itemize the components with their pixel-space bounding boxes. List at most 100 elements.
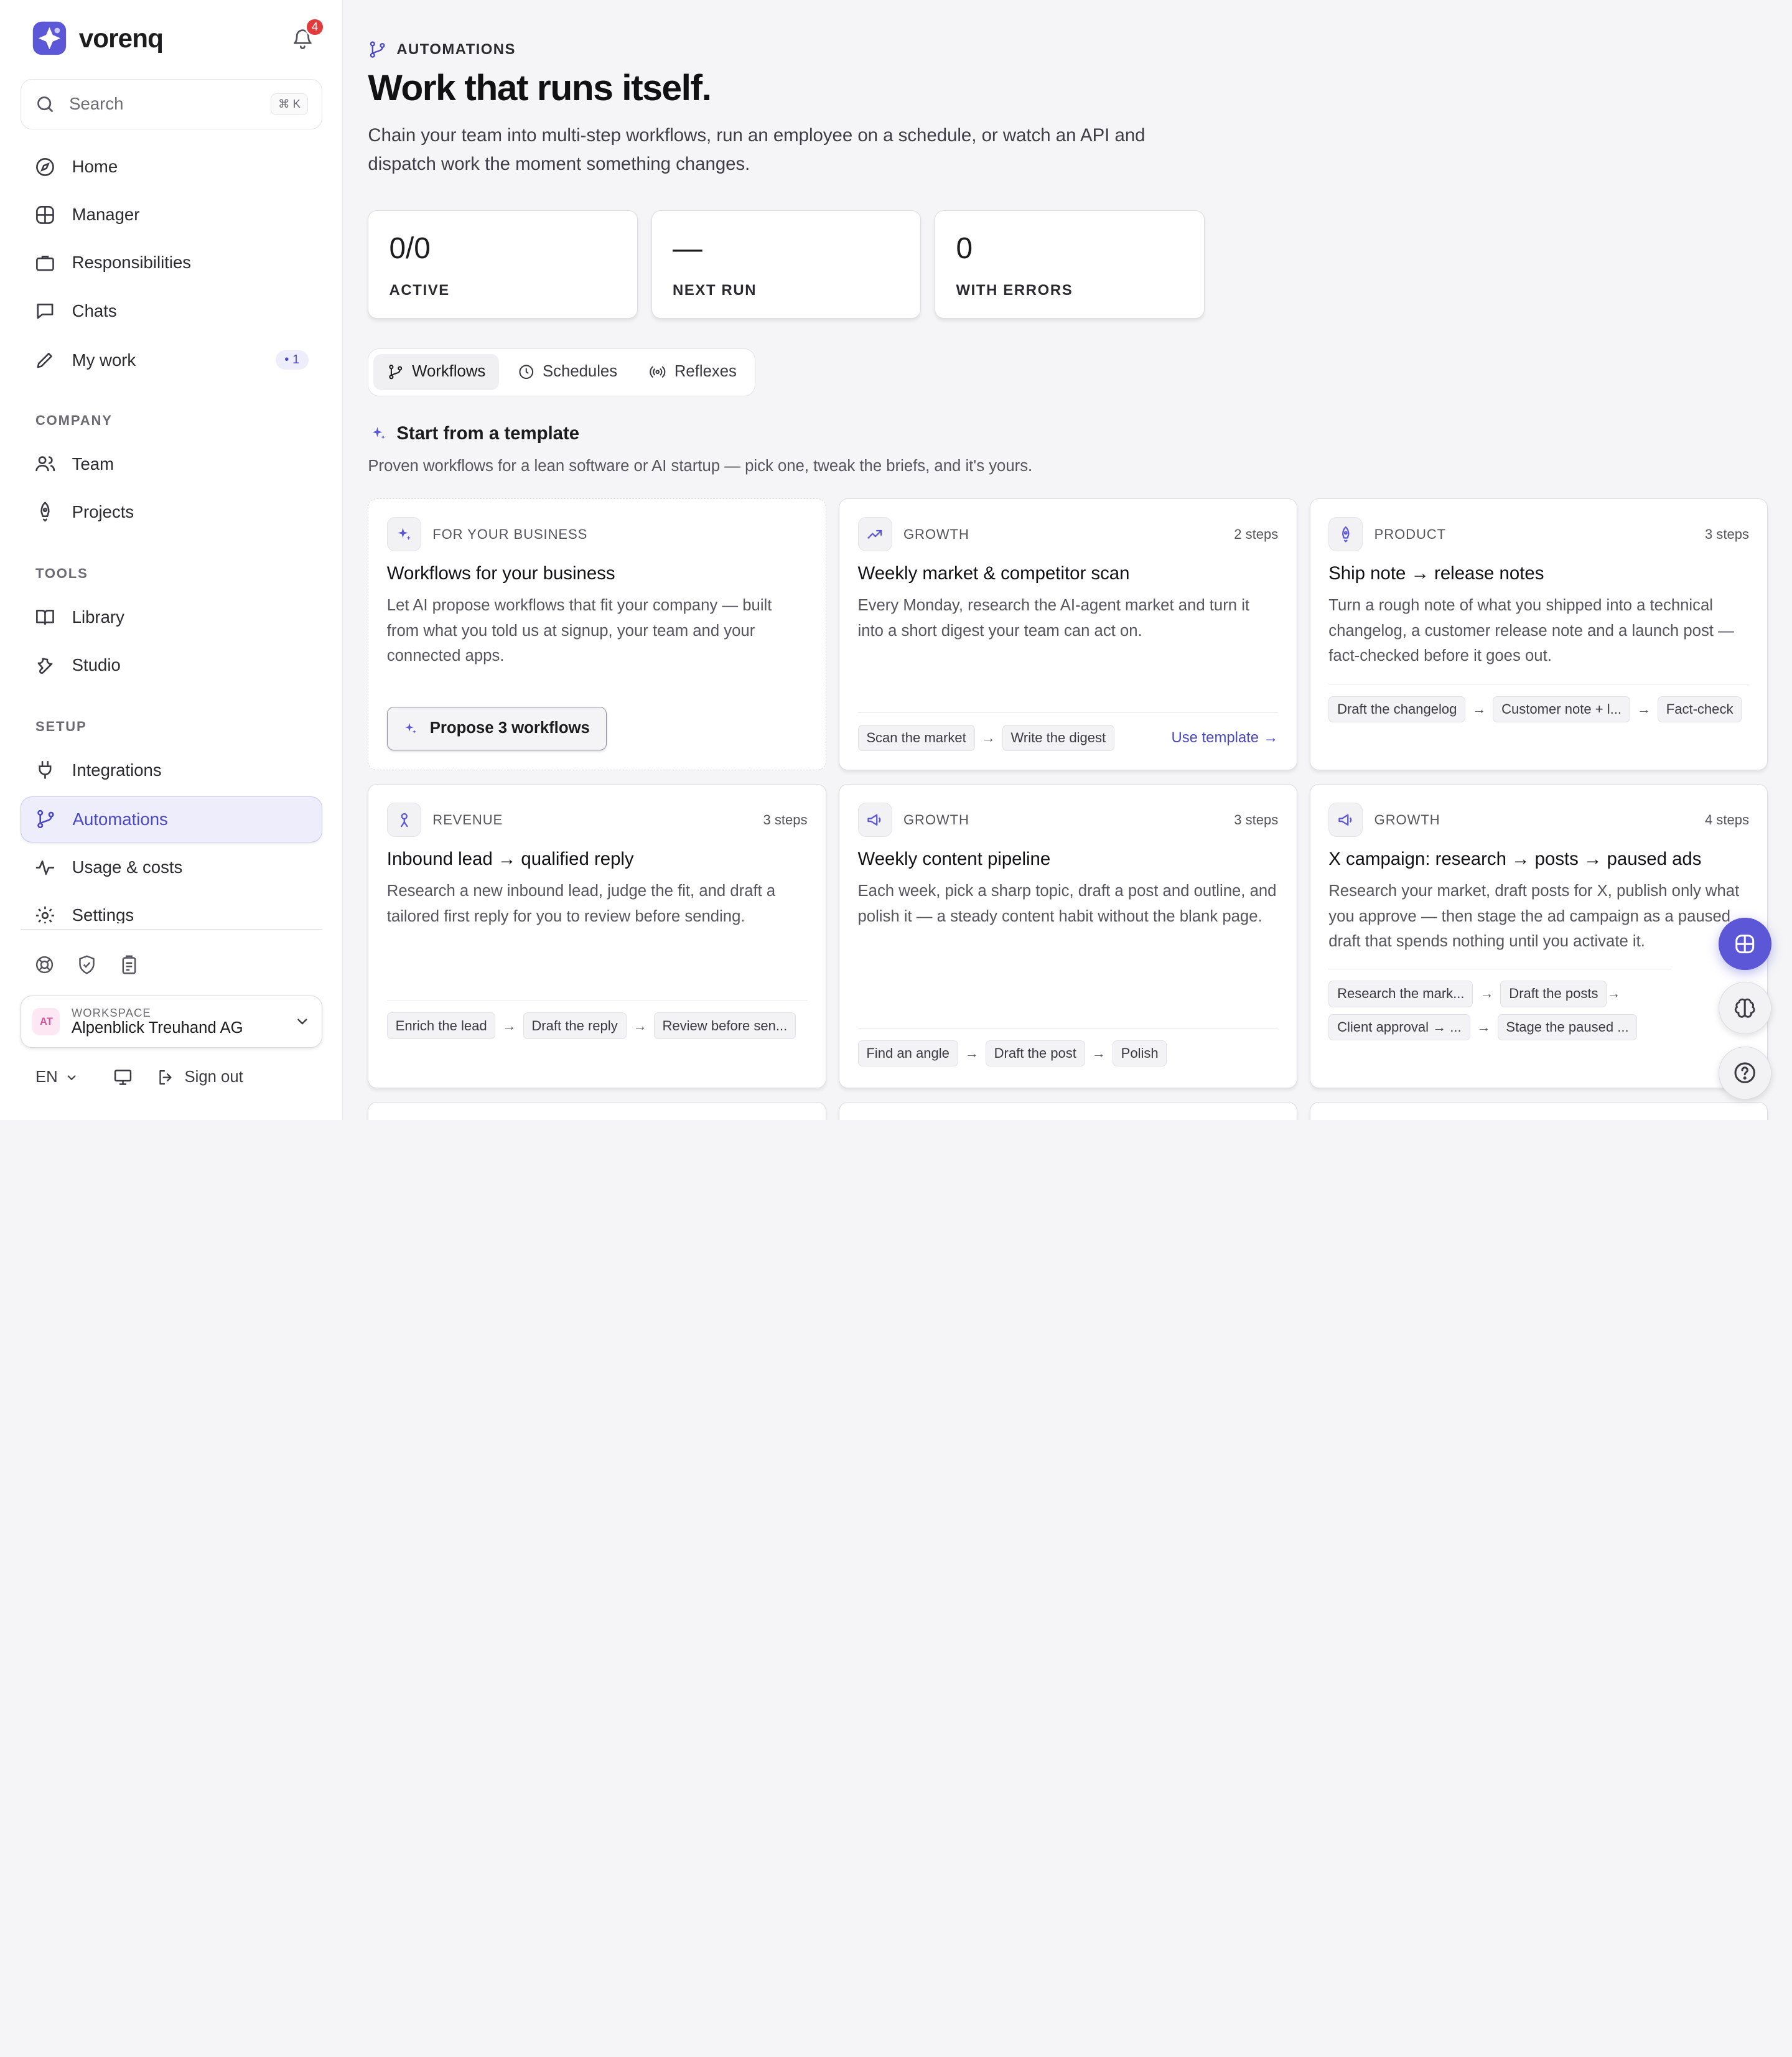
template-card-partial[interactable] (368, 1101, 826, 1120)
chevron-down-icon (297, 1019, 307, 1025)
arrow-right-icon: → (1477, 1019, 1491, 1035)
card-title: Weekly content pipeline (857, 848, 1051, 869)
workspace-switcher[interactable]: AT WORKSPACE Alpenblick Treuhand AG (21, 995, 322, 1048)
page-eyebrow: AUTOMATIONS (368, 40, 515, 59)
template-card-partial[interactable] (1309, 1101, 1768, 1120)
nav-label: Automations (72, 809, 168, 829)
step-chip: Enrich the lead (386, 1012, 496, 1040)
use-template-label: Use template (1171, 729, 1259, 746)
stat-next-run: — NEXT RUN (651, 210, 922, 319)
tab-label: Reflexes (674, 363, 737, 381)
card-steps: 2 steps (1234, 526, 1279, 542)
search-button[interactable]: Search ⌘ K (21, 78, 322, 129)
nav-item-manager[interactable]: Manager (21, 192, 322, 238)
clock-icon (519, 365, 533, 380)
nav-scroll-clip: Settings (0, 892, 343, 924)
business-template-card: FOR YOUR BUSINESS Workflows for your bus… (368, 498, 826, 770)
templates-subtitle: Proven workflows for a lean software or … (368, 457, 1033, 475)
shield-check-icon[interactable] (77, 954, 97, 975)
workspace-text: WORKSPACE Alpenblick Treuhand AG (71, 1006, 294, 1037)
brain-fab[interactable] (1719, 981, 1771, 1035)
use-template-link[interactable]: Use template → (1171, 729, 1278, 747)
brand[interactable]: vorenq (32, 21, 164, 56)
card-steps-row: Find an angle → Draft the post → Polish (857, 1028, 1279, 1067)
language-selector[interactable]: EN (35, 1068, 78, 1086)
card-description: Let AI propose workflows that fit your c… (386, 597, 772, 665)
nav-item-settings[interactable]: Settings (21, 892, 322, 924)
nav-item-studio[interactable]: Studio (21, 642, 322, 688)
nav-item-home[interactable]: Home (21, 144, 322, 189)
card-category: GROWTH (903, 526, 969, 542)
tab-schedules[interactable]: Schedules (504, 354, 632, 391)
nav-item-chats[interactable]: Chats (21, 288, 322, 334)
card-title: Workflows for your business (386, 562, 615, 584)
arrow-right-icon: → (1636, 701, 1651, 717)
nav-label: Manager (72, 205, 140, 225)
card-description: Research your market, draft posts for X,… (1328, 882, 1740, 951)
card-steps-row: Enrich the lead → Draft the reply → Revi… (386, 1001, 808, 1040)
sparkles-icon (386, 517, 421, 552)
briefcase-icon (36, 255, 54, 271)
arrow-right-icon: → (1091, 1045, 1106, 1061)
propose-button-label: Propose 3 workflows (429, 719, 590, 737)
help-circle-icon (1734, 1062, 1756, 1084)
sidebar-footer: EN Sign out (35, 1067, 243, 1088)
card-steps: 3 steps (1234, 811, 1279, 828)
megaphone-icon (1328, 803, 1363, 837)
main-content: AUTOMATIONS Work that runs itself. Chain… (343, 0, 1792, 1120)
lifebuoy-icon[interactable] (34, 954, 55, 975)
section-tools: TOOLS (35, 566, 88, 582)
assistant-fab[interactable] (1719, 917, 1771, 971)
template-card[interactable]: PRODUCT 3 steps Ship note → release note… (1309, 498, 1768, 770)
step-chip: Polish (1112, 1040, 1167, 1067)
card-steps: 3 steps (763, 811, 808, 828)
monitor-icon[interactable] (113, 1067, 133, 1088)
nav-label: My work (72, 350, 136, 370)
template-card-partial[interactable] (839, 1101, 1297, 1120)
step-chip: Draft the posts (1500, 981, 1607, 1007)
template-card[interactable]: GROWTH 2 steps Weekly market & competito… (839, 498, 1297, 770)
nav-item-usage[interactable]: Usage & costs (21, 844, 322, 890)
nav-item-my-work[interactable]: My work • 1 (21, 337, 322, 383)
sidebar-divider (21, 929, 322, 931)
tab-workflows[interactable]: Workflows (373, 353, 500, 391)
language-label: EN (35, 1068, 58, 1086)
template-card[interactable]: REVENUE 3 steps Inbound lead → qualified… (368, 783, 826, 1088)
stat-label: ACTIVE (389, 281, 450, 299)
my-work-count: • 1 (275, 350, 309, 370)
megaphone-icon (857, 803, 892, 837)
rocket-icon (1328, 517, 1363, 552)
sign-out-button[interactable]: Sign out (156, 1068, 243, 1087)
sparkles-icon (372, 427, 386, 439)
step-chip: Find an angle (857, 1040, 958, 1067)
propose-workflows-button[interactable]: Propose 3 workflows (386, 707, 607, 750)
nav-item-projects[interactable]: Projects (21, 489, 322, 534)
template-card[interactable]: GROWTH 4 steps X campaign: research → po… (1309, 783, 1768, 1088)
step-chip: Review before sen... (653, 1012, 796, 1040)
nav-item-automations[interactable]: Automations (21, 796, 322, 842)
clipboard-icon[interactable] (119, 954, 139, 975)
workspace-name: Alpenblick Treuhand AG (71, 1019, 243, 1037)
brain-icon (1735, 998, 1755, 1018)
chat-icon (37, 304, 54, 319)
nav-item-team[interactable]: Team (21, 441, 322, 487)
arrow-right-icon: → (1480, 986, 1494, 1002)
sign-out-label: Sign out (184, 1068, 243, 1086)
section-company: COMPANY (35, 413, 113, 429)
card-category: REVENUE (432, 811, 503, 828)
tab-reflexes[interactable]: Reflexes (635, 354, 750, 391)
users-icon (35, 456, 55, 472)
compass-icon (36, 157, 54, 176)
page-description: Chain your team into multi-step workflow… (368, 124, 1146, 174)
person-icon (386, 803, 421, 837)
nav-label: Studio (72, 655, 121, 674)
nav-item-integrations[interactable]: Integrations (21, 747, 322, 793)
nav-item-responsibilities[interactable]: Responsibilities (21, 240, 322, 286)
card-description: Research a new inbound lead, judge the f… (386, 882, 776, 925)
git-branch-icon (370, 41, 385, 58)
tab-label: Schedules (543, 363, 618, 381)
help-fab[interactable] (1719, 1047, 1771, 1099)
card-steps: 3 steps (1704, 526, 1749, 542)
nav-item-library[interactable]: Library (21, 594, 322, 640)
template-card[interactable]: GROWTH 3 steps Weekly content pipeline E… (839, 783, 1297, 1088)
